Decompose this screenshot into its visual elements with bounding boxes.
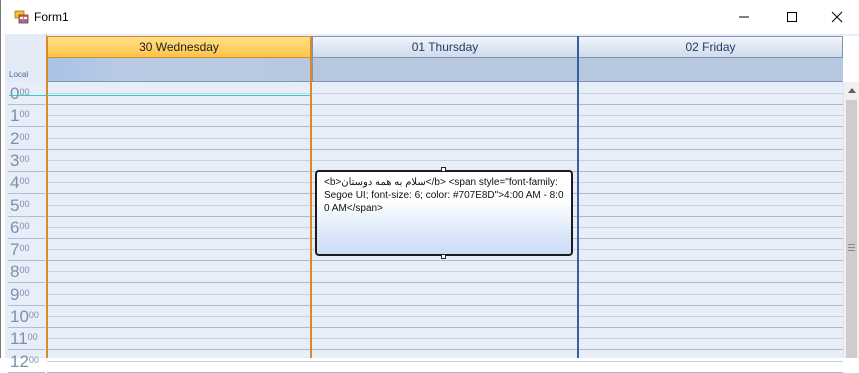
day-header-1[interactable]: 30 Wednesday	[47, 36, 311, 58]
timezone-label: Local	[9, 70, 29, 79]
hour-label: 100	[10, 107, 44, 124]
hour-grid-line	[47, 282, 843, 283]
ruler-hour-line	[8, 126, 45, 127]
hour-value: 12	[10, 352, 29, 371]
hour-label: 300	[10, 152, 44, 169]
hour-label: 900	[10, 286, 44, 303]
hour-label: 400	[10, 174, 44, 191]
minute-value: 00	[28, 355, 39, 365]
hour-label: 1100	[10, 330, 44, 347]
ruler-hour-line	[8, 260, 45, 261]
appointment-text: <b>سلام به همه دوستان</b> <span style="f…	[324, 177, 564, 214]
minimize-button[interactable]	[721, 0, 767, 34]
window-title: Form1	[34, 10, 69, 24]
hour-label: 700	[10, 241, 44, 258]
minute-value: 00	[19, 265, 30, 275]
half-hour-grid-line	[47, 138, 843, 139]
minute-value: 00	[19, 132, 30, 142]
minute-value: 00	[19, 109, 30, 119]
ruler-hour-line	[8, 171, 45, 172]
minute-value: 00	[19, 221, 30, 231]
all-day-cell-2[interactable]	[312, 58, 578, 82]
hour-label: 800	[10, 263, 44, 280]
day-header-label: 02 Friday	[685, 40, 736, 54]
ruler-hour-line	[8, 238, 45, 239]
half-hour-grid-line	[47, 294, 843, 295]
hour-label: 1000	[10, 308, 44, 325]
today-column-border	[310, 36, 312, 358]
day-header-3[interactable]: 02 Friday	[578, 36, 843, 58]
minute-value: 00	[28, 310, 39, 320]
hour-grid-line	[47, 305, 843, 306]
day-header-label: 01 Thursday	[411, 40, 479, 54]
title-bar[interactable]: Form1	[1, 0, 859, 34]
day-header-2[interactable]: 01 Thursday	[312, 36, 578, 58]
half-hour-grid-line	[47, 316, 843, 317]
ruler-hour-line	[8, 305, 45, 306]
half-hour-grid-line	[47, 361, 843, 362]
half-hour-grid-line	[47, 160, 843, 161]
ruler-hour-line	[8, 349, 45, 350]
scrollbar-grip	[848, 244, 855, 245]
hour-label: 600	[10, 219, 44, 236]
hour-label: 000	[10, 85, 44, 102]
hour-label: 500	[10, 197, 44, 214]
hour-grid-line	[47, 260, 843, 261]
ruler-hour-line	[8, 282, 45, 283]
header-scroll-corner	[843, 36, 859, 82]
scroll-up-button[interactable]	[843, 82, 859, 99]
minute-value: 00	[19, 87, 30, 97]
minute-value: 00	[19, 199, 30, 209]
minute-value: 00	[19, 176, 30, 186]
scrollbar-grip	[848, 250, 855, 251]
hour-value: 10	[10, 307, 29, 326]
windows-form-icon	[14, 10, 29, 24]
half-hour-grid-line	[47, 338, 843, 339]
ruler-hour-line	[8, 193, 45, 194]
half-hour-grid-line	[47, 271, 843, 272]
half-hour-grid-line	[47, 115, 843, 116]
hour-label: 200	[10, 130, 44, 147]
close-button[interactable]	[814, 0, 859, 34]
minute-value: 00	[19, 243, 30, 253]
hour-grid-line	[47, 104, 843, 105]
scroll-up-icon	[847, 88, 856, 93]
scrollbar-thumb[interactable]	[846, 100, 857, 358]
all-day-cell-1[interactable]	[47, 58, 311, 82]
current-time-line	[9, 95, 311, 96]
hour-grid-line	[47, 126, 843, 127]
ruler-hour-line	[8, 327, 45, 328]
ruler-hour-line	[8, 216, 45, 217]
hour-grid-line	[47, 349, 843, 350]
hour-grid-line	[47, 327, 843, 328]
minute-value: 00	[19, 288, 30, 298]
hour-grid-line	[47, 149, 843, 150]
minute-value: 00	[19, 154, 30, 164]
appointment[interactable]: <b>سلام به همه دوستان</b> <span style="f…	[315, 170, 573, 256]
maximize-icon	[787, 12, 797, 22]
day-column-border	[577, 36, 579, 358]
hour-label: 1200	[10, 353, 44, 370]
ruler-hour-line	[8, 149, 45, 150]
application-window: Form1 Local 30 Wednesday 01 Thursday 02 …	[0, 0, 859, 373]
today-column-border-left	[46, 36, 48, 358]
minimize-icon	[739, 16, 749, 18]
maximize-button[interactable]	[769, 0, 815, 34]
all-day-cell-3[interactable]	[578, 58, 843, 82]
resize-handle-bottom[interactable]	[441, 254, 446, 259]
minute-value: 00	[27, 332, 38, 342]
close-icon	[831, 11, 843, 23]
hour-value: 11	[10, 329, 28, 348]
day-header-label: 30 Wednesday	[139, 40, 219, 54]
scrollbar-grip	[848, 247, 855, 248]
ruler-hour-line	[8, 104, 45, 105]
half-hour-grid-line	[47, 93, 843, 94]
resize-handle-top[interactable]	[441, 167, 446, 172]
